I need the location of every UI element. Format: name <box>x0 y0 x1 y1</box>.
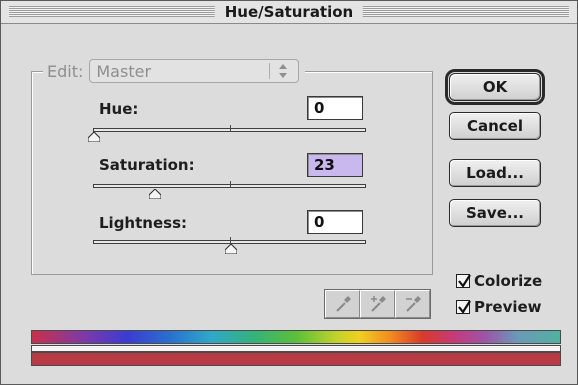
lightness-slider-thumb[interactable] <box>225 244 237 254</box>
edit-select[interactable]: Master <box>89 59 300 83</box>
colorize-label: Colorize <box>474 272 543 290</box>
eyedropper-button[interactable] <box>325 290 360 318</box>
lightness-field[interactable]: 0 <box>307 210 363 234</box>
edit-select-value: Master <box>96 62 152 81</box>
hue-field[interactable]: 0 <box>307 96 363 120</box>
hue-saturation-dialog: Hue/Saturation Edit: Master Hue: 0 Satur… <box>0 0 578 385</box>
lightness-slider-center-tick <box>230 237 231 244</box>
hue-slider-thumb[interactable] <box>88 132 100 142</box>
title-bar[interactable]: Hue/Saturation <box>1 1 577 24</box>
preview-checkbox-row[interactable]: Preview <box>456 298 542 316</box>
saturation-slider-center-tick <box>230 181 231 188</box>
edit-row: Edit: Master <box>43 59 306 83</box>
eyedropper-plus-button[interactable] <box>360 290 395 318</box>
hue-label: Hue: <box>99 100 139 118</box>
hue-slider-center-tick <box>230 125 231 132</box>
eyedropper-icon <box>335 296 351 312</box>
window-title: Hue/Saturation <box>214 3 364 21</box>
eyedropper-minus-button[interactable] <box>395 290 430 318</box>
edit-select-divider <box>269 63 271 79</box>
lightness-label: Lightness: <box>99 214 187 232</box>
source-spectrum-bar <box>31 330 561 344</box>
eyedropper-group <box>324 289 431 319</box>
colorize-checkbox-row[interactable]: Colorize <box>456 272 542 290</box>
cancel-button[interactable]: Cancel <box>449 112 541 140</box>
checkmark-icon <box>458 300 471 314</box>
spectrum-divider <box>31 345 561 352</box>
ok-button[interactable]: OK <box>445 69 545 105</box>
up-down-arrows-icon <box>278 63 288 81</box>
eyedropper-plus-icon <box>370 296 386 312</box>
save-button[interactable]: Save... <box>449 199 541 227</box>
load-button[interactable]: Load... <box>449 159 541 187</box>
colorize-checkbox[interactable] <box>456 274 471 288</box>
saturation-slider-track[interactable] <box>93 181 366 188</box>
edit-label: Edit: <box>47 61 84 81</box>
eyedropper-minus-icon <box>405 296 421 312</box>
checkmark-icon <box>458 274 471 288</box>
saturation-slider-thumb[interactable] <box>149 189 161 199</box>
hue-slider-track[interactable] <box>93 125 366 132</box>
saturation-label: Saturation: <box>99 156 195 174</box>
result-spectrum-bar <box>31 352 561 366</box>
saturation-field[interactable]: 23 <box>307 153 363 177</box>
preview-label: Preview <box>474 298 542 316</box>
preview-checkbox[interactable] <box>456 300 471 314</box>
